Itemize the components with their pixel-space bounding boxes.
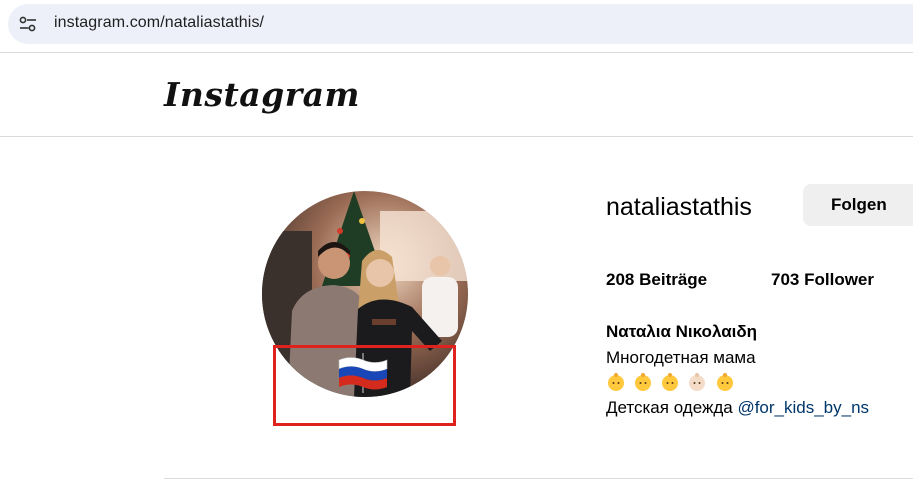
follow-button[interactable]: Folgen [803,184,913,226]
baby-emoji [717,373,733,391]
posts-stat[interactable]: 208 Beiträge [606,270,707,290]
baby-emoji [608,373,624,391]
profile-username: nataliastathis [606,193,752,221]
posts-label: Beiträge [639,270,708,289]
followers-label: Follower [804,270,875,289]
bio-shop-text: Детская одежда [606,398,733,417]
url-text[interactable]: instagram.com/nataliastathis/ [54,14,264,32]
bio-mention-link[interactable]: @for_kids_by_ns [737,398,869,417]
section-divider [164,478,913,479]
bio-line-shop: Детская одежда @for_kids_by_ns [606,398,869,418]
baby-emoji-light [689,373,705,391]
followers-count: 703 [771,270,800,289]
bio-emoji-row [606,372,733,392]
posts-count: 208 [606,270,635,289]
browser-toolbar: instagram.com/nataliastathis/ [0,0,913,53]
bio-line: Многодетная мама [606,348,756,367]
baby-emoji [635,373,651,391]
tune-icon[interactable] [18,14,38,34]
baby-emoji [662,373,678,391]
instagram-header: Instagram [0,53,913,137]
highlight-box [273,345,456,426]
instagram-logo[interactable]: Instagram [164,75,360,114]
profile-full-name: Ναταλια Νικολαιδη [606,322,758,341]
address-bar[interactable]: instagram.com/nataliastathis/ [8,4,913,44]
followers-stat[interactable]: 703 Follower [771,270,874,290]
